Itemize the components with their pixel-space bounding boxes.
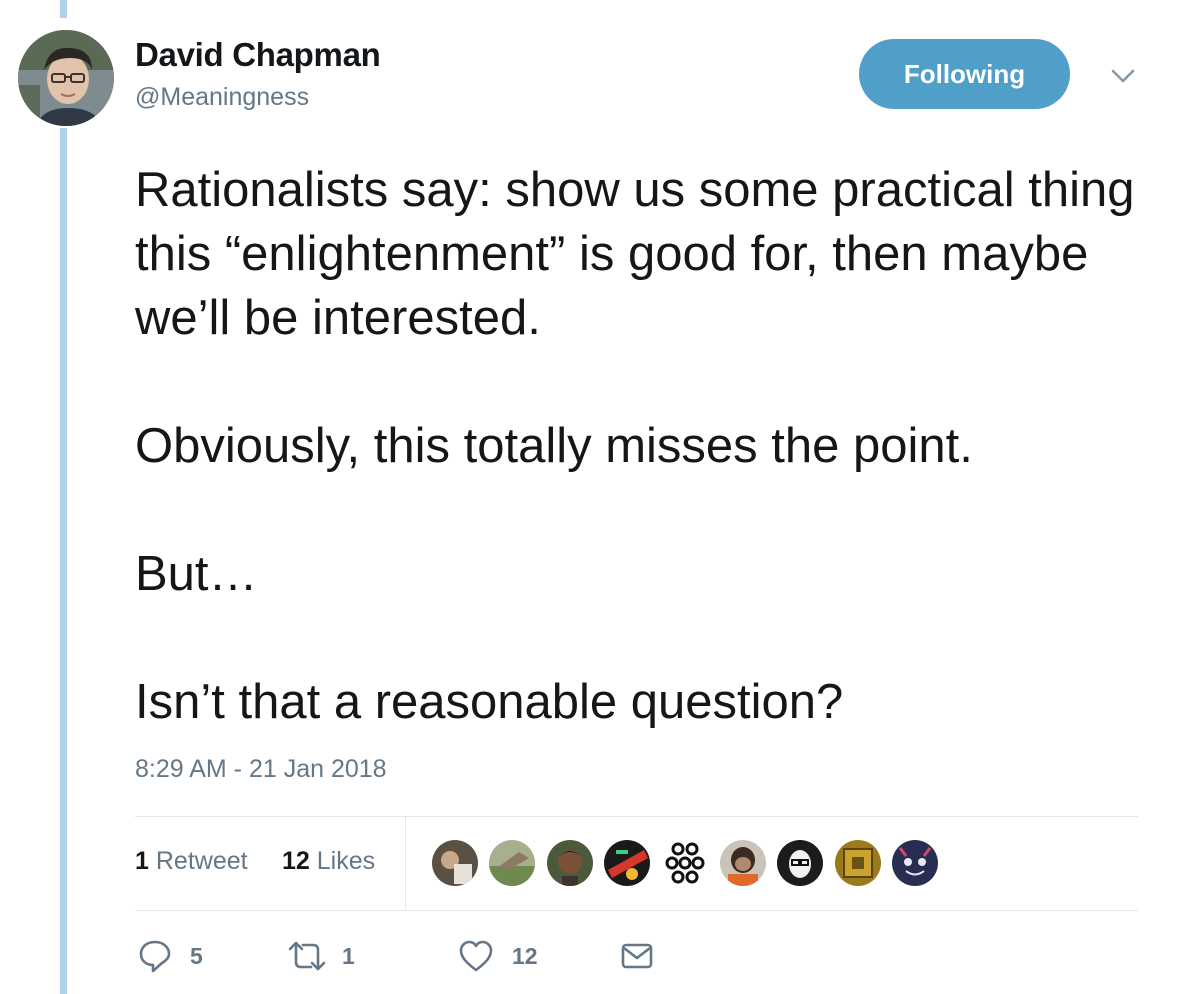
tweet-menu-button[interactable] [1108, 64, 1138, 88]
stats-divider-top [135, 816, 1138, 817]
retweet-count: 1 [135, 847, 149, 875]
reply-icon [139, 940, 171, 973]
retweet-icon [288, 941, 326, 971]
following-button[interactable]: Following [859, 39, 1070, 109]
liker-avatar-4[interactable] [602, 838, 652, 888]
tweet-text: Rationalists say: show us some practical… [135, 158, 1165, 734]
liker-avatar-1[interactable] [430, 838, 480, 888]
author-name[interactable]: David Chapman [135, 36, 381, 74]
liker-avatar-9[interactable] [890, 838, 940, 888]
stats-divider-bottom [135, 910, 1138, 911]
heart-icon [459, 940, 493, 972]
tweet-paragraph: Rationalists say: show us some practical… [135, 163, 1135, 345]
liker-avatar-3[interactable] [545, 838, 595, 888]
thread-line-top [60, 0, 67, 18]
liker-avatar-7[interactable] [775, 838, 825, 888]
retweet-button[interactable]: 1 [286, 936, 355, 976]
retweet-action-count: 1 [342, 942, 355, 969]
liker-avatar-5[interactable] [660, 838, 710, 888]
tweet-timestamp[interactable]: 8:29 AM - 21 Jan 2018 [135, 755, 387, 784]
tweet-paragraph: Isn’t that a reasonable question? [135, 675, 844, 729]
thread-line [60, 128, 67, 994]
reply-count: 5 [190, 942, 203, 969]
likes-stat[interactable]: 12 Likes [282, 847, 375, 876]
liker-avatar-2[interactable] [487, 838, 537, 888]
author-avatar[interactable] [18, 30, 114, 126]
stats-separator [405, 817, 406, 910]
direct-message-button[interactable] [620, 936, 654, 976]
tweet-paragraph: But… [135, 547, 258, 601]
retweet-stat[interactable]: 1 Retweet [135, 847, 248, 876]
retweet-label: Retweet [155, 847, 248, 875]
like-button[interactable]: 12 [458, 936, 538, 976]
chevron-down-icon [1111, 69, 1135, 83]
likes-label: Likes [316, 847, 376, 875]
reply-button[interactable]: 5 [138, 936, 203, 976]
likes-count: 12 [282, 847, 310, 875]
profile-photo-icon [18, 30, 114, 126]
tweet-paragraph: Obviously, this totally misses the point… [135, 419, 973, 473]
liker-avatar-8[interactable] [833, 838, 883, 888]
author-handle[interactable]: @Meaningness [135, 83, 309, 112]
envelope-icon [621, 943, 653, 969]
like-action-count: 12 [512, 942, 538, 969]
liker-avatar-6[interactable] [718, 838, 768, 888]
